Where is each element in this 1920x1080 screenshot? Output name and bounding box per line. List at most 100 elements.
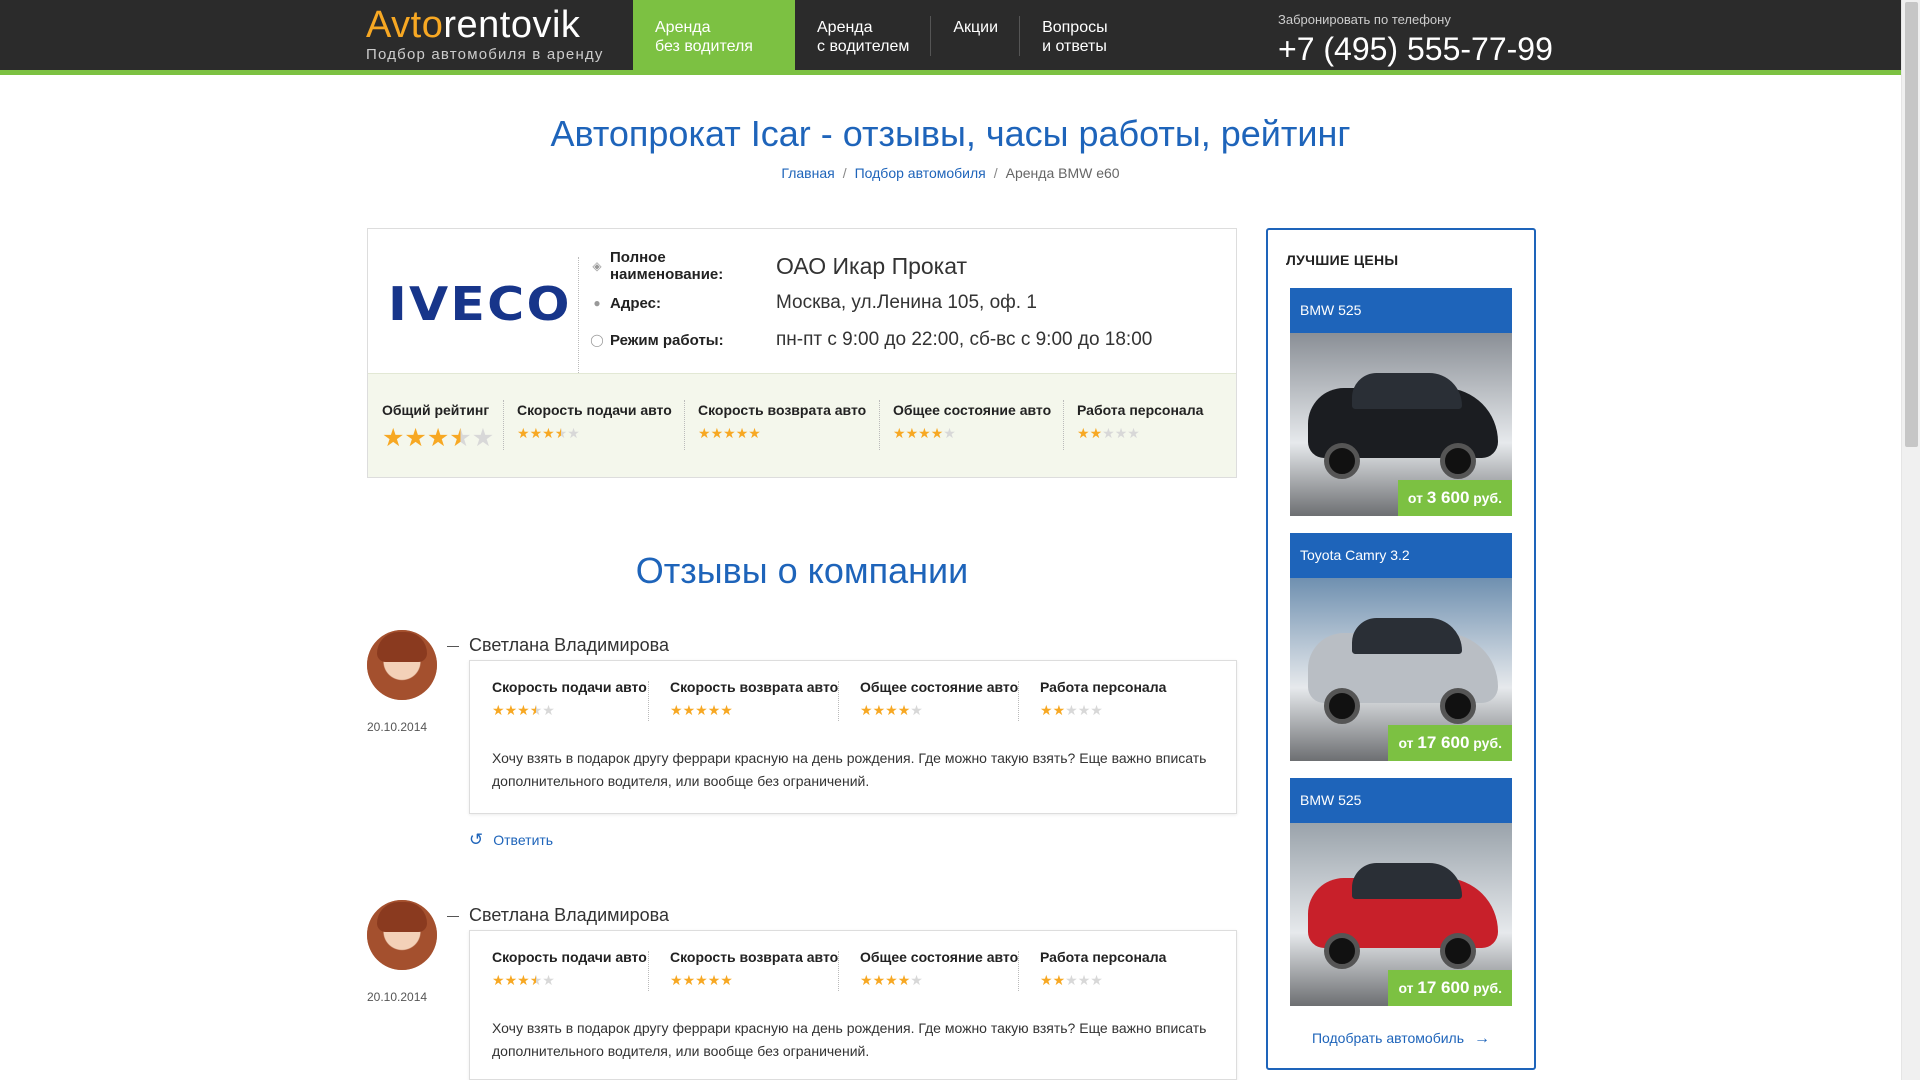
- car-photo: от 3 600 руб.: [1290, 333, 1512, 516]
- star-icon: ★: [567, 425, 580, 441]
- company-divider: [578, 257, 579, 383]
- company-fullname-value: ОАО Икар Прокат: [776, 252, 968, 279]
- review-item: 20.10.2014 Светлана Владимирова Скорость…: [367, 900, 1237, 1080]
- rating-stars: ★★★★★: [1040, 973, 1164, 987]
- review-author: Светлана Владимирова: [447, 635, 669, 656]
- star-icon: ★: [910, 702, 923, 718]
- review-item: 20.10.2014 Светлана Владимирова Скорость…: [367, 630, 1237, 860]
- wheel: [1440, 933, 1476, 969]
- rating-stars: ★★★★★: [517, 426, 670, 440]
- avatar: [367, 900, 437, 970]
- star-icon: ★: [404, 424, 427, 452]
- nav-item-promotions[interactable]: Акции: [931, 0, 1020, 75]
- page-scrollbar[interactable]: [1901, 0, 1920, 1080]
- star-icon: ★: [1077, 425, 1090, 441]
- rating-stars: ★★★★★: [670, 973, 824, 987]
- company-hours-row: ◯ Режим работы: пн-пт с 9:00 до 22:00, с…: [588, 325, 1152, 355]
- star-icon: ★: [885, 702, 898, 718]
- phone-label: Забронировать по телефону: [1278, 12, 1451, 27]
- car-card[interactable]: BMW 525 от 17 600 руб.: [1290, 778, 1512, 1006]
- star-icon: ★: [1089, 425, 1103, 441]
- star-icon: ★: [1052, 702, 1066, 718]
- map-pin-icon: ●: [593, 296, 601, 310]
- wheel: [1440, 443, 1476, 479]
- rating-stars: ★★★★★: [860, 973, 1004, 987]
- star-icon: ★: [723, 425, 736, 441]
- star-icon: ★: [426, 424, 450, 452]
- rating-return-speed: Скорость возврата авто ★★★★★: [684, 374, 879, 477]
- car-photo: от 17 600 руб.: [1290, 578, 1512, 761]
- nav-item-faq[interactable]: Вопросы и ответы: [1020, 0, 1130, 75]
- review-rating-return-speed: Скорость возврата авто ★★★★★: [648, 679, 838, 721]
- star-icon: ★: [449, 424, 472, 452]
- star-icon: ★: [682, 702, 696, 718]
- star-icon: ★: [720, 702, 733, 718]
- star-icon: ★: [542, 972, 555, 988]
- review-ratings: Скорость подачи авто ★★★★★ Скорость возв…: [470, 679, 1178, 721]
- review-box: Скорость подачи авто ★★★★★ Скорость возв…: [469, 660, 1237, 814]
- star-icon: ★: [698, 425, 711, 441]
- breadcrumb-home[interactable]: Главная: [781, 165, 834, 181]
- star-icon: ★: [872, 972, 886, 988]
- company-hours-label: Режим работы:: [610, 331, 724, 349]
- star-icon: ★: [529, 972, 543, 988]
- star-icon: ★: [542, 425, 555, 441]
- star-icon: ★: [710, 425, 724, 441]
- page-title: Автопрокат Icar - отзывы, часы работы, р…: [550, 113, 1351, 154]
- reply-icon: ↺: [469, 830, 484, 849]
- star-icon: ★: [382, 424, 405, 452]
- phone-block: Забронировать по телефону +7 (495) 555-7…: [1278, 12, 1553, 68]
- company-logo: IVECO: [388, 277, 572, 331]
- star-icon: ★: [905, 425, 919, 441]
- review-rating-delivery-speed: Скорость подачи авто ★★★★★: [492, 949, 647, 988]
- car-card[interactable]: BMW 525 от 3 600 руб.: [1290, 288, 1512, 516]
- review-text: Хочу взять в подарок другу феррари красн…: [492, 750, 1207, 789]
- company-address-label: Адрес:: [610, 294, 661, 312]
- best-prices-sidebar: ЛУЧШИЕ ЦЕНЫ BMW 525 от 3 600 руб. Toyota…: [1266, 228, 1536, 1070]
- scrollbar-thumb[interactable]: [1905, 2, 1918, 447]
- nav-item-rent-without-driver[interactable]: Аренда без водителя: [633, 0, 795, 75]
- rating-stars: ★★★★★: [670, 703, 824, 717]
- rating-car-condition: Общее состояние авто ★★★★★: [879, 374, 1063, 477]
- star-icon: ★: [517, 972, 530, 988]
- company-address-value: Москва, ул.Ленина 105, оф. 1: [776, 292, 1037, 313]
- review-ratings: Скорость подачи авто ★★★★★ Скорость возв…: [470, 949, 1178, 991]
- star-icon: ★: [1040, 702, 1053, 718]
- reviews-title: Отзывы о компании: [635, 550, 969, 591]
- star-icon: ★: [504, 702, 518, 718]
- rating-stars: ★★★★★: [860, 703, 1004, 717]
- car-name: BMW 525: [1290, 288, 1512, 333]
- car-card[interactable]: Toyota Camry 3.2 от 17 600 руб.: [1290, 533, 1512, 761]
- arrow-right-icon: →: [1474, 1030, 1491, 1047]
- rating-overall: Общий рейтинг ★★★★★: [382, 402, 495, 452]
- star-icon: ★: [860, 702, 873, 718]
- car-price: от 3 600 руб.: [1397, 480, 1512, 516]
- reply-link[interactable]: ↺ Ответить: [469, 830, 553, 850]
- rating-stars: ★★★★★: [1040, 703, 1164, 717]
- star-icon: ★: [1090, 702, 1103, 718]
- company-card: IVECO ◈ Полное наименование: ОАО Икар Пр…: [367, 228, 1237, 478]
- star-icon: ★: [492, 972, 505, 988]
- wheel: [1440, 688, 1476, 724]
- site-logo[interactable]: Avtorentovik Подбор автомобиля в аренду: [366, 6, 604, 63]
- star-icon: ★: [529, 425, 543, 441]
- star-icon: ★: [893, 425, 906, 441]
- company-address-row: ● Адрес: Москва, ул.Ленина 105, оф. 1: [588, 288, 1037, 318]
- phone-number[interactable]: +7 (495) 555-77-99: [1278, 31, 1553, 68]
- wheel: [1324, 933, 1360, 969]
- review-box: Скорость подачи авто ★★★★★ Скорость возв…: [469, 930, 1237, 1080]
- review-rating-car-condition: Общее состояние авто ★★★★★: [838, 949, 1018, 991]
- review-rating-car-condition: Общее состояние авто ★★★★★: [838, 679, 1018, 721]
- star-icon: ★: [1077, 972, 1091, 988]
- nav-item-rent-with-driver[interactable]: Аренда с водителем: [795, 0, 932, 75]
- car-price: от 17 600 руб.: [1388, 970, 1512, 1006]
- star-icon: ★: [910, 972, 923, 988]
- star-icon: ★: [1065, 972, 1078, 988]
- star-icon: ★: [748, 425, 761, 441]
- star-icon: ★: [517, 702, 530, 718]
- rating-stars: ★★★★★: [492, 973, 634, 987]
- choose-car-link[interactable]: Подобрать автомобиль →: [1268, 1030, 1534, 1048]
- star-icon: ★: [735, 425, 749, 441]
- company-fullname-row: ◈ Полное наименование: ОАО Икар Прокат: [588, 249, 968, 283]
- breadcrumb-car-selection[interactable]: Подбор автомобиля: [855, 165, 986, 181]
